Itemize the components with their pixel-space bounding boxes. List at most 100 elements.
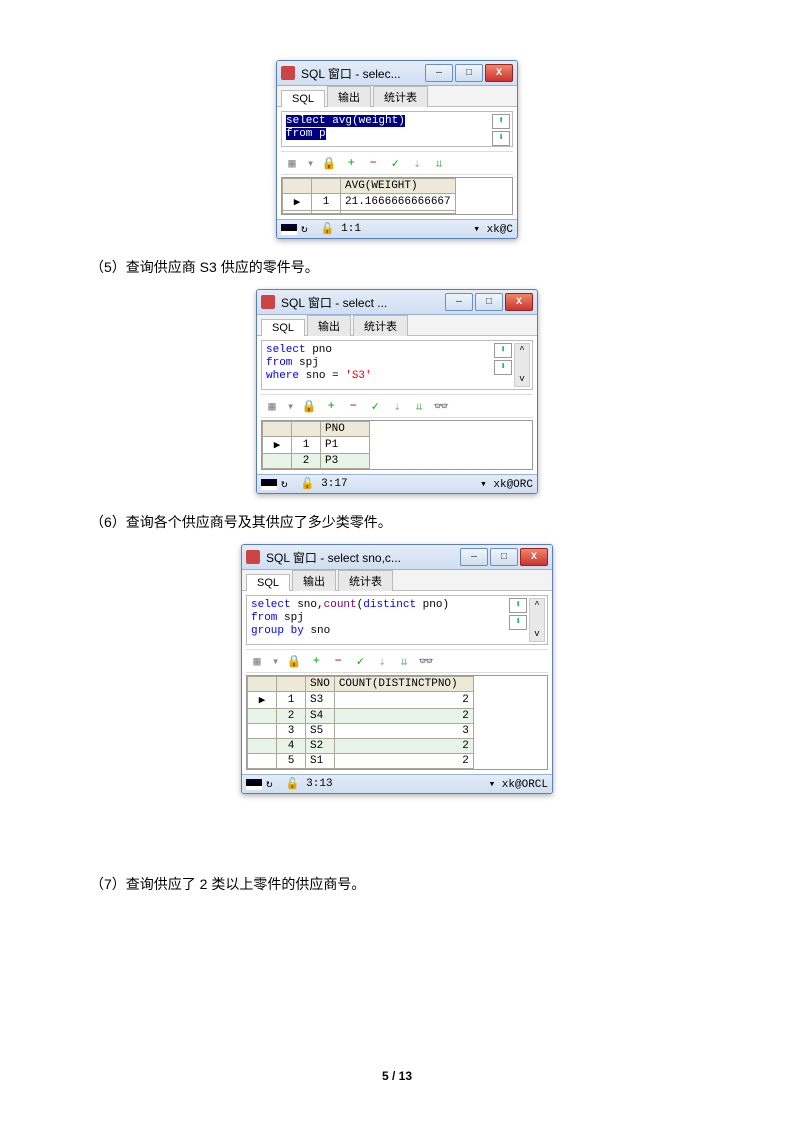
cell[interactable]: S4: [306, 709, 335, 724]
sql-editor[interactable]: select sno,count(distinct pno) from spj …: [246, 595, 548, 645]
remove-button[interactable]: −: [331, 654, 345, 668]
tab-sql[interactable]: SQL: [281, 90, 325, 107]
refresh-icon[interactable]: ↻: [281, 477, 288, 491]
nav-down-button[interactable]: ⬇: [492, 131, 510, 146]
fetch-button[interactable]: ⇣: [375, 654, 389, 668]
cell[interactable]: S5: [306, 724, 335, 739]
result-grid[interactable]: AVG(WEIGHT) ▶121.1666666666667: [281, 177, 513, 215]
sql-text: spj: [292, 357, 318, 369]
nav-up-button[interactable]: ⬆: [492, 114, 510, 129]
titlebar[interactable]: SQL 窗口 - select sno,c... — □ X: [242, 545, 552, 570]
toolbar: ▦▾ 🔒 + − ✓ ⇣ ⇊ 👓: [246, 649, 548, 673]
row-num: 1: [292, 437, 321, 454]
status-bar: ↻ 🔓 3:13 ▾ xk@ORCL: [242, 774, 552, 793]
sql-text: sno: [304, 625, 330, 637]
kw: from: [251, 612, 277, 624]
tab-sql[interactable]: SQL: [261, 319, 305, 336]
fetch-all-button[interactable]: ⇊: [432, 156, 446, 170]
cell[interactable]: S3: [306, 692, 335, 709]
sql-text: pno: [306, 344, 332, 356]
commit-button[interactable]: ✓: [368, 399, 382, 413]
add-button[interactable]: +: [324, 399, 338, 413]
result-grid[interactable]: SNOCOUNT(DISTINCTPNO) ▶1S32 2S42 3S53 4S…: [246, 675, 548, 770]
cell[interactable]: S1: [306, 754, 335, 769]
refresh-icon[interactable]: ↻: [301, 222, 308, 236]
remove-button[interactable]: −: [366, 156, 380, 170]
minimize-button[interactable]: —: [460, 548, 488, 566]
titlebar[interactable]: SQL 窗口 - selec... — □ X: [277, 61, 517, 86]
tab-stats[interactable]: 统计表: [373, 86, 428, 107]
close-button[interactable]: X: [485, 64, 513, 82]
maximize-button[interactable]: □: [455, 64, 483, 82]
caption-q6: （6）查询各个供应商号及其供应了多少类零件。: [90, 512, 704, 532]
col-header[interactable]: COUNT(DISTINCTPNO): [334, 677, 473, 692]
result-grid[interactable]: PNO ▶1P1 2P3: [261, 420, 533, 470]
kw: select: [251, 599, 291, 611]
scrollbar[interactable]: ^v: [529, 598, 545, 642]
caption-q5: （5）查询供应商 S3 供应的零件号。: [90, 257, 704, 277]
commit-button[interactable]: ✓: [353, 654, 367, 668]
row-num: 2: [277, 709, 306, 724]
tab-sql[interactable]: SQL: [246, 574, 290, 591]
connection-label[interactable]: ▾ xk@C: [473, 222, 513, 236]
close-button[interactable]: X: [520, 548, 548, 566]
lock-icon[interactable]: 🔒: [302, 399, 316, 413]
add-button[interactable]: +: [309, 654, 323, 668]
fetch-all-button[interactable]: ⇊: [412, 399, 426, 413]
find-button[interactable]: 👓: [419, 654, 433, 668]
col-header[interactable]: PNO: [321, 422, 370, 437]
caption-q7: （7）查询供应了 2 类以上零件的供应商号。: [90, 874, 704, 894]
tab-output[interactable]: 输出: [327, 86, 371, 107]
app-icon: [261, 295, 275, 309]
tab-stats[interactable]: 统计表: [338, 570, 393, 591]
sql-editor[interactable]: select pno from spj where sno = 'S3' ^v …: [261, 340, 533, 390]
close-button[interactable]: X: [505, 293, 533, 311]
col-header[interactable]: AVG(WEIGHT): [341, 179, 456, 194]
add-button[interactable]: +: [344, 156, 358, 170]
cell[interactable]: 3: [334, 724, 473, 739]
connection-label[interactable]: ▾ xk@ORCL: [489, 777, 548, 791]
cell[interactable]: 2: [334, 739, 473, 754]
nav-up-button[interactable]: ⬆: [509, 598, 527, 613]
cursor-pos: 1:1: [341, 223, 361, 235]
lock-icon[interactable]: 🔒: [322, 156, 336, 170]
cell[interactable]: P3: [321, 454, 370, 469]
tab-stats[interactable]: 统计表: [353, 315, 408, 336]
cell[interactable]: S2: [306, 739, 335, 754]
window-title: SQL 窗口 - selec...: [301, 65, 425, 82]
scrollbar[interactable]: ^v: [514, 343, 530, 387]
find-button[interactable]: 👓: [434, 399, 448, 413]
commit-button[interactable]: ✓: [388, 156, 402, 170]
grid-icon[interactable]: ▦: [265, 399, 279, 413]
grid-icon[interactable]: ▦: [250, 654, 264, 668]
grid-icon[interactable]: ▦: [285, 156, 299, 170]
tab-output[interactable]: 输出: [307, 315, 351, 336]
row-num: 5: [277, 754, 306, 769]
refresh-icon[interactable]: ↻: [266, 777, 273, 791]
nav-down-button[interactable]: ⬇: [494, 360, 512, 375]
fetch-button[interactable]: ⇣: [390, 399, 404, 413]
lock-status-icon: 🔓: [321, 222, 335, 236]
fetch-all-button[interactable]: ⇊: [397, 654, 411, 668]
maximize-button[interactable]: □: [490, 548, 518, 566]
cell[interactable]: P1: [321, 437, 370, 454]
lock-icon[interactable]: 🔒: [287, 654, 301, 668]
minimize-button[interactable]: —: [425, 64, 453, 82]
sql-editor[interactable]: select avg(weight) from p ⬆ ⬇: [281, 111, 513, 147]
cell[interactable]: 2: [334, 692, 473, 709]
row-num: 4: [277, 739, 306, 754]
cell[interactable]: 2: [334, 709, 473, 724]
remove-button[interactable]: −: [346, 399, 360, 413]
connection-label[interactable]: ▾ xk@ORC: [480, 477, 533, 491]
nav-down-button[interactable]: ⬇: [509, 615, 527, 630]
titlebar[interactable]: SQL 窗口 - select ... — □ X: [257, 290, 537, 315]
cell[interactable]: 21.1666666666667: [341, 194, 456, 211]
col-header[interactable]: SNO: [306, 677, 335, 692]
cell[interactable]: 2: [334, 754, 473, 769]
sql-text: pno): [416, 599, 449, 611]
fetch-button[interactable]: ⇣: [410, 156, 424, 170]
minimize-button[interactable]: —: [445, 293, 473, 311]
tab-output[interactable]: 输出: [292, 570, 336, 591]
nav-up-button[interactable]: ⬆: [494, 343, 512, 358]
maximize-button[interactable]: □: [475, 293, 503, 311]
